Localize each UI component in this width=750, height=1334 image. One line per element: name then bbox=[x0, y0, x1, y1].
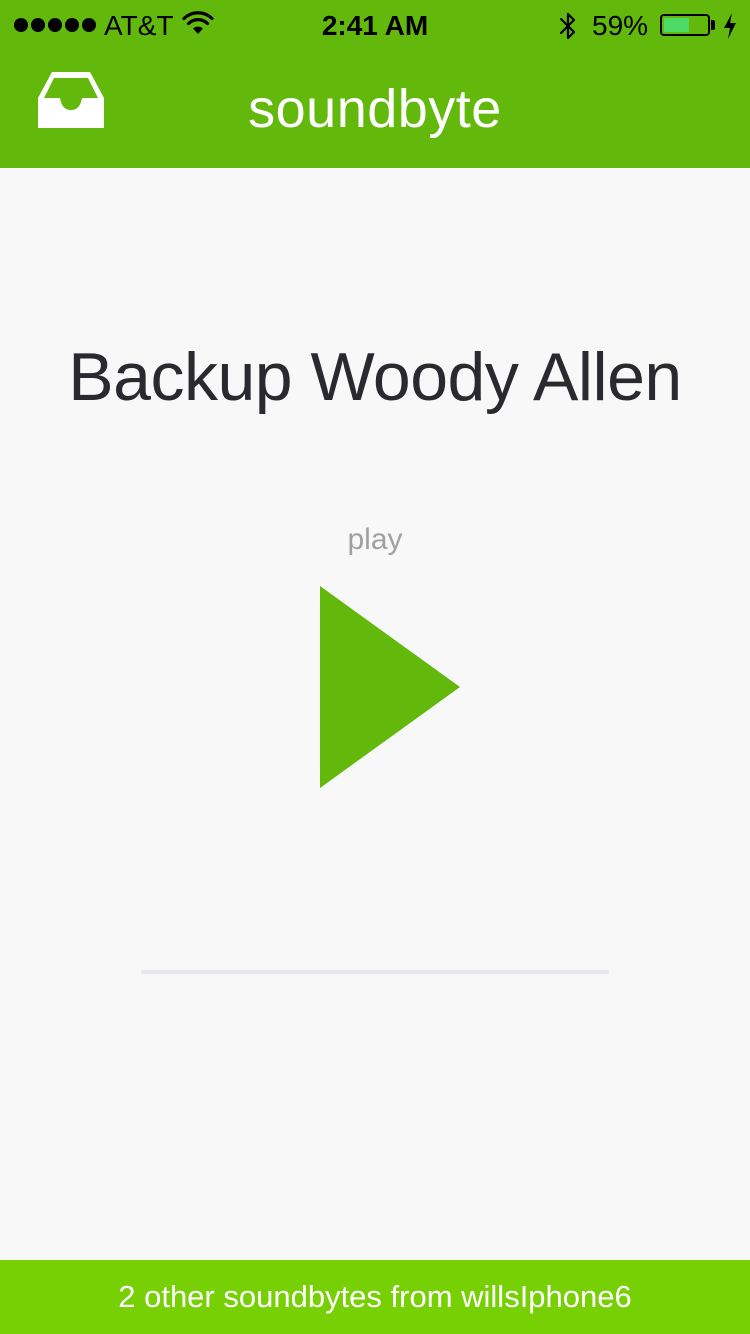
battery-icon bbox=[660, 14, 710, 36]
app-title: soundbyte bbox=[248, 79, 502, 139]
header: AT&T 2:41 AM 59% soundbyte bbox=[0, 0, 750, 168]
play-icon[interactable] bbox=[318, 586, 462, 790]
battery-level-fill bbox=[664, 18, 689, 32]
charging-bolt-icon bbox=[724, 13, 736, 39]
battery-percent: 59% bbox=[592, 10, 649, 41]
screen: AT&T 2:41 AM 59% soundbyte Backup Woody … bbox=[0, 0, 750, 1334]
battery-nub bbox=[711, 20, 715, 30]
play-label: play bbox=[347, 523, 403, 556]
soundbyte-title: Backup Woody Allen bbox=[68, 339, 682, 415]
bluetooth-icon bbox=[559, 12, 576, 40]
progress-bar[interactable] bbox=[141, 970, 609, 974]
nav-bar: soundbyte bbox=[0, 52, 750, 168]
footer-label: 2 other soundbytes from willsIphone6 bbox=[118, 1279, 632, 1314]
status-bar: AT&T 2:41 AM 59% bbox=[0, 0, 750, 52]
other-soundbytes-button[interactable]: 2 other soundbytes from willsIphone6 bbox=[0, 1260, 750, 1334]
